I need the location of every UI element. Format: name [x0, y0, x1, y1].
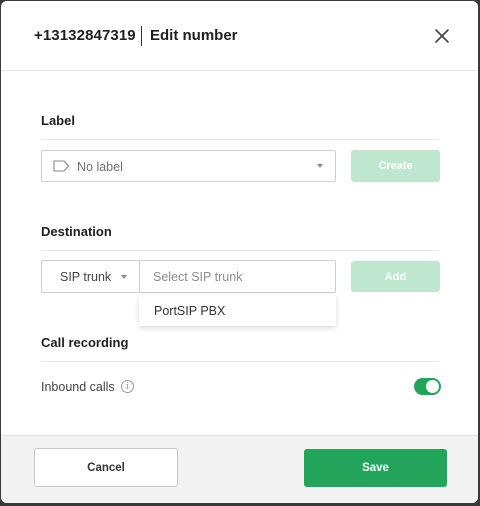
tag-icon	[53, 160, 70, 175]
destination-section-title: Destination	[41, 224, 112, 239]
save-button[interactable]: Save	[304, 449, 447, 487]
info-icon[interactable]: i	[121, 380, 134, 393]
toggle-knob	[426, 380, 439, 393]
inbound-calls-toggle[interactable]	[414, 378, 441, 395]
modal-header: +13132847319 Edit number	[1, 1, 478, 71]
destination-type-select[interactable]: SIP trunk	[41, 260, 140, 293]
sip-trunk-dropdown: PortSIP PBX	[139, 294, 336, 326]
destination-type-value: SIP trunk	[60, 270, 112, 284]
modal-footer: Cancel Save	[1, 435, 478, 503]
label-select-value: No label	[77, 160, 123, 174]
divider	[41, 139, 439, 140]
edit-number-modal: +13132847319 Edit number Label No label …	[1, 1, 478, 503]
divider	[41, 250, 439, 251]
chevron-down-icon	[121, 275, 127, 279]
modal-title: Edit number	[150, 27, 238, 44]
recording-section-title: Call recording	[41, 335, 129, 350]
sip-trunk-input[interactable]: Select SIP trunk	[139, 260, 336, 293]
chevron-down-icon	[317, 164, 323, 168]
dropdown-option[interactable]: PortSIP PBX	[154, 304, 225, 318]
create-button[interactable]: Create	[351, 150, 440, 182]
label-select[interactable]: No label	[41, 150, 336, 182]
close-icon[interactable]	[431, 25, 453, 47]
phone-number: +13132847319	[34, 27, 136, 44]
header-separator	[141, 26, 142, 46]
inbound-calls-label: Inbound calls	[41, 380, 115, 394]
add-button[interactable]: Add	[351, 261, 440, 292]
cancel-button[interactable]: Cancel	[34, 448, 178, 487]
label-section-title: Label	[41, 113, 75, 128]
sip-trunk-placeholder: Select SIP trunk	[153, 270, 243, 284]
divider	[41, 361, 439, 362]
